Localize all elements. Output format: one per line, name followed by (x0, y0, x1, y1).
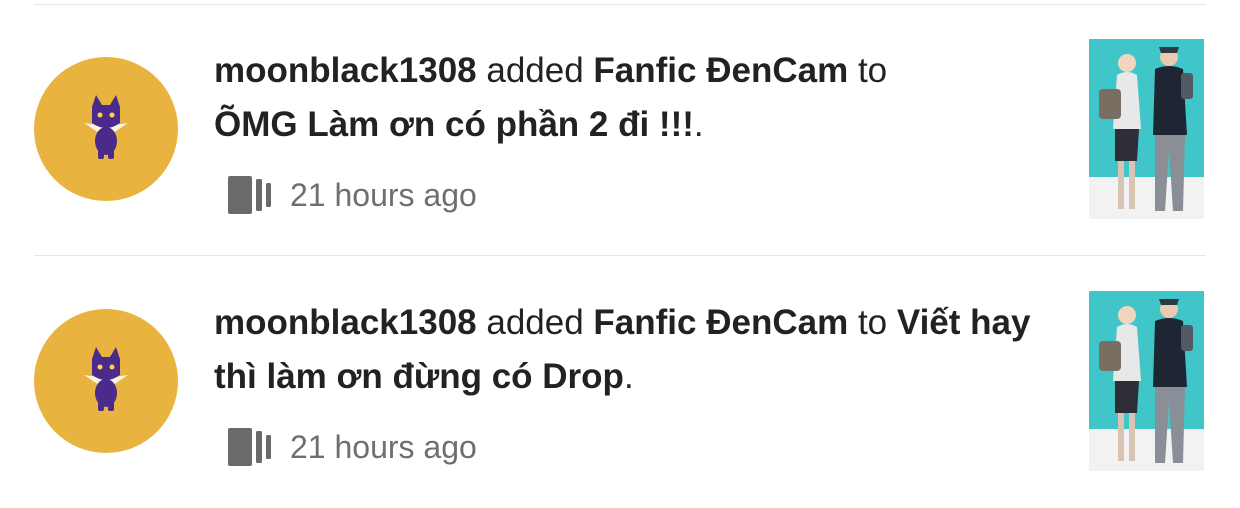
purple-cat-avatar-icon (84, 347, 128, 411)
story-title-link[interactable]: Fanfic ĐenCam (593, 303, 848, 342)
username-link[interactable]: moonblack1308 (214, 303, 477, 342)
end-punctuation: . (693, 105, 704, 144)
story-cover[interactable] (1089, 39, 1204, 219)
reading-list-icon (228, 176, 271, 214)
end-punctuation: . (623, 357, 634, 396)
feed-item: moonblack1308 added Fanfic ĐenCam to ÕMG… (0, 4, 1240, 256)
activity-text: moonblack1308 added Fanfic ĐenCam to ÕMG… (214, 44, 1064, 152)
activity-text: moonblack1308 added Fanfic ĐenCam to Viế… (214, 296, 1064, 404)
connector-text: to (857, 303, 888, 342)
username-link[interactable]: moonblack1308 (214, 51, 477, 90)
story-cover-icon (1089, 39, 1204, 219)
user-avatar[interactable] (34, 57, 178, 201)
action-text: added (486, 303, 584, 342)
activity-meta: 21 hours ago (228, 427, 477, 467)
purple-cat-avatar-icon (84, 95, 128, 159)
reading-list-link[interactable]: ÕMG Làm ơn có phần 2 đi !!! (214, 105, 694, 144)
action-text: added (486, 51, 584, 90)
story-title-link[interactable]: Fanfic ĐenCam (593, 51, 848, 90)
connector-text: to (857, 51, 888, 90)
story-cover-icon (1089, 291, 1204, 471)
timestamp: 21 hours ago (290, 428, 477, 465)
story-cover[interactable] (1089, 291, 1204, 471)
feed-item: moonblack1308 added Fanfic ĐenCam to Viế… (0, 256, 1240, 508)
user-avatar[interactable] (34, 309, 178, 453)
reading-list-icon (228, 428, 271, 466)
activity-meta: 21 hours ago (228, 175, 477, 215)
timestamp: 21 hours ago (290, 176, 477, 213)
